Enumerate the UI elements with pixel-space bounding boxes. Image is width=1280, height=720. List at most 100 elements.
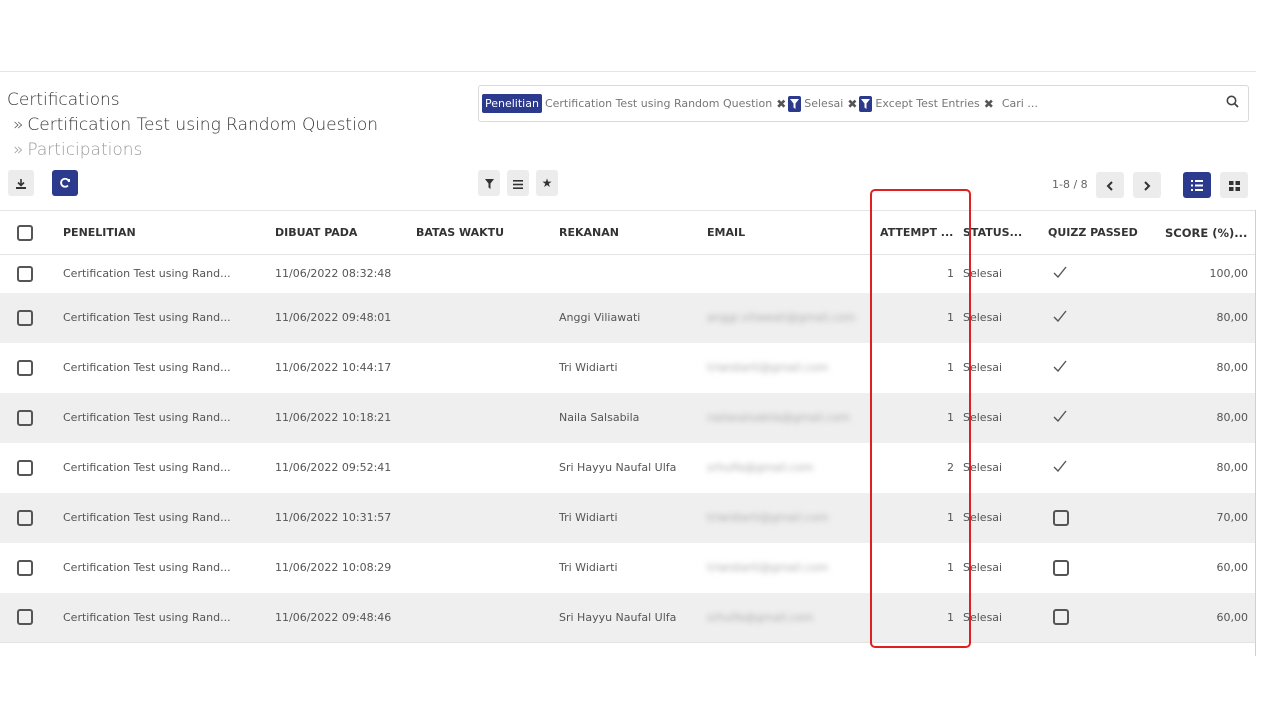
- cell-rekanan: [551, 255, 698, 293]
- row-checkbox[interactable]: [17, 265, 33, 282]
- attempt-column-highlight: [870, 189, 971, 648]
- row-checkbox-cell: [0, 543, 55, 593]
- cell-dibuat-pada: 11/06/2022 10:08:29: [275, 561, 392, 574]
- table-row[interactable]: Certification Test using Rand... 11/06/20…: [0, 255, 1256, 293]
- column-header-score[interactable]: SCORE (%)...: [1157, 210, 1256, 255]
- cell-score: 60,00: [1216, 561, 1249, 574]
- cell-penelitian: Certification Test using Rand...: [63, 461, 231, 474]
- check-mark-icon: [1053, 310, 1067, 325]
- cell-dibuat-pada: 11/06/2022 09:48:46: [267, 592, 408, 643]
- breadcrumb-participations: » Participations: [13, 140, 143, 160]
- favorites-button[interactable]: ★: [536, 170, 558, 196]
- column-header-status[interactable]: STATUS...: [961, 210, 1043, 255]
- chevron-left-icon: [1106, 176, 1114, 195]
- email-value: srhulfa@gmail.com: [707, 461, 814, 474]
- cell-quizz-passed: [1043, 255, 1157, 293]
- cell-email: nailasalsabila@gmail.com: [698, 392, 870, 443]
- select-all-checkbox[interactable]: [17, 224, 33, 241]
- column-header-quizz-passed[interactable]: QUIZZ PASSED: [1043, 210, 1157, 255]
- cell-email: srhulfa@gmail.com: [698, 443, 870, 493]
- row-checkbox[interactable]: [17, 409, 33, 426]
- column-header-rekanan[interactable]: REKANAN: [551, 210, 698, 255]
- column-header-penelitian[interactable]: PENELITIAN: [55, 210, 267, 255]
- check-mark-icon: [1053, 266, 1067, 281]
- row-checkbox-cell: [0, 292, 55, 343]
- table-row[interactable]: Certification Test using Rand... 11/06/20…: [0, 443, 1256, 493]
- cell-rekanan: Sri Hayyu Naufal Ulfa: [551, 592, 698, 643]
- facet-penelitian[interactable]: Penelitian Certification Test using Rand…: [482, 94, 786, 113]
- quizz-passed-checkbox: [1053, 609, 1069, 626]
- table-row[interactable]: Certification Test using Rand... 11/06/20…: [0, 492, 1256, 543]
- cell-penelitian: Certification Test using Rand...: [55, 392, 267, 443]
- chevron-right-icon: [1143, 176, 1151, 195]
- table-row[interactable]: Certification Test using Rand... 11/06/20…: [0, 543, 1256, 593]
- cell-quizz-passed: [1043, 343, 1157, 393]
- facet-filter-except-test[interactable]: Except Test Entries ✖: [859, 95, 994, 112]
- cell-quizz-passed: [1043, 543, 1157, 593]
- pager-previous-button[interactable]: [1096, 172, 1124, 198]
- cell-dibuat-pada: 11/06/2022 10:18:21: [267, 392, 408, 443]
- cell-rekanan: Tri Widiarti: [559, 361, 618, 374]
- filters-button[interactable]: [478, 170, 500, 196]
- row-checkbox[interactable]: [17, 609, 33, 626]
- cell-score: 80,00: [1157, 392, 1256, 443]
- remove-facet-icon[interactable]: ✖: [847, 97, 857, 111]
- cell-quizz-passed: [1043, 443, 1157, 493]
- filter-icon: [484, 174, 494, 193]
- cell-email: [698, 255, 870, 293]
- row-checkbox[interactable]: [17, 559, 33, 576]
- pager-next-button[interactable]: [1133, 172, 1161, 198]
- cell-batas-waktu: [408, 543, 551, 593]
- column-header-email[interactable]: EMAIL: [698, 210, 870, 255]
- cell-penelitian: Certification Test using Rand...: [55, 592, 267, 643]
- group-by-button[interactable]: [507, 170, 529, 196]
- row-checkbox-cell: [0, 343, 55, 393]
- cell-status: Selesai: [961, 292, 1043, 343]
- search-bar[interactable]: Penelitian Certification Test using Rand…: [478, 85, 1249, 122]
- refresh-button[interactable]: [52, 170, 78, 196]
- row-checkbox[interactable]: [17, 509, 33, 526]
- cell-batas-waktu: [408, 443, 551, 493]
- remove-facet-icon[interactable]: ✖: [984, 97, 994, 111]
- row-checkbox[interactable]: [17, 359, 33, 376]
- breadcrumb-certification-test[interactable]: » Certification Test using Random Questio…: [7, 113, 378, 138]
- facet-label: Penelitian: [482, 94, 542, 113]
- row-checkbox[interactable]: [17, 459, 33, 476]
- search-icon[interactable]: [1226, 95, 1239, 111]
- download-button[interactable]: [8, 170, 34, 196]
- cell-batas-waktu: [408, 255, 551, 293]
- cell-status: Selesai: [961, 592, 1043, 643]
- table-row[interactable]: Certification Test using Rand... 11/06/20…: [0, 343, 1256, 393]
- cell-batas-waktu: [408, 392, 551, 443]
- cell-status: Selesai: [961, 492, 1043, 543]
- row-checkbox[interactable]: [17, 309, 33, 326]
- cell-dibuat-pada: 11/06/2022 09:48:01: [267, 292, 408, 343]
- facet-filter-selesai[interactable]: Selesai ✖: [788, 95, 857, 112]
- search-input[interactable]: [1001, 97, 1112, 110]
- table-row[interactable]: Certification Test using Rand... 11/06/20…: [0, 292, 1256, 343]
- check-mark-icon: [1053, 360, 1067, 375]
- quizz-passed-checkbox: [1053, 559, 1069, 576]
- table-row[interactable]: Certification Test using Rand... 11/06/20…: [0, 392, 1256, 443]
- breadcrumb-certifications[interactable]: Certifications: [7, 88, 378, 113]
- list-icon: [513, 174, 523, 193]
- pager-value[interactable]: 1-8 / 8: [1052, 178, 1088, 191]
- list-view-button[interactable]: [1183, 172, 1211, 198]
- row-checkbox-cell: [0, 592, 55, 643]
- filter-icon: [859, 95, 873, 112]
- facet-value: Selesai: [804, 97, 844, 110]
- remove-facet-icon[interactable]: ✖: [776, 97, 786, 111]
- cell-quizz-passed: [1043, 392, 1157, 443]
- table-right-border: [1255, 210, 1256, 656]
- column-header-batas-waktu[interactable]: BATAS WAKTU: [408, 210, 551, 255]
- cell-email: triwidiarti@gmail.com: [698, 343, 870, 393]
- check-mark-icon: [1053, 410, 1067, 425]
- cell-quizz-passed: [1043, 292, 1157, 343]
- cell-penelitian: Certification Test using Rand...: [63, 267, 231, 281]
- kanban-view-button[interactable]: [1220, 172, 1248, 198]
- table-row[interactable]: Certification Test using Rand... 11/06/20…: [0, 592, 1256, 643]
- email-value: triwidiarti@gmail.com: [707, 361, 829, 374]
- column-header-dibuat-pada[interactable]: DIBUAT PADA: [267, 210, 408, 255]
- breadcrumb: Certifications » Certification Test using…: [7, 88, 378, 163]
- cell-rekanan: Tri Widiarti: [559, 561, 618, 574]
